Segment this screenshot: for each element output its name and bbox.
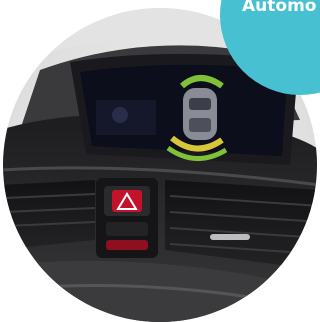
badge-label: Automo xyxy=(242,0,317,16)
center-control-panel xyxy=(96,178,158,258)
hazard-warning-icon xyxy=(112,190,142,212)
car-topview-icon xyxy=(183,88,217,140)
air-vent-left xyxy=(3,180,96,250)
photo-scene xyxy=(3,0,320,322)
